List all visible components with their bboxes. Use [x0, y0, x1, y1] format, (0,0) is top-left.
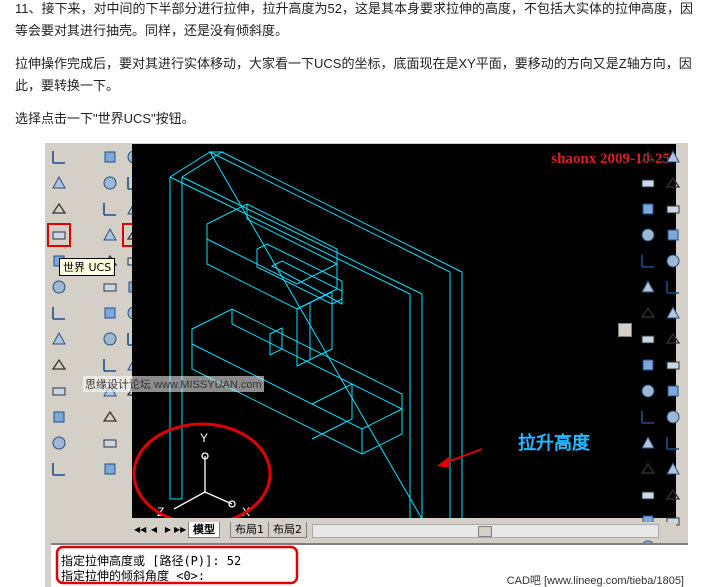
point-icon[interactable] [638, 485, 658, 505]
scale-icon[interactable] [663, 329, 683, 349]
paragraph-move-explanation: 拉伸操作完成后，要对其进行实体移动，大家看一下UCS的坐标，底面现在是XY平面，… [15, 56, 692, 93]
fillet-icon[interactable] [663, 485, 683, 505]
modify-toolbar [662, 147, 684, 537]
vertical-scroll-thumb[interactable] [618, 323, 632, 337]
next-tab-icon[interactable]: ▶ [162, 523, 174, 536]
extrude-height-annotation: 拉升高度 [518, 433, 590, 453]
mirror-icon[interactable] [663, 199, 683, 219]
spline-icon[interactable] [638, 355, 658, 375]
slice-icon[interactable] [100, 277, 120, 297]
move-icon[interactable] [663, 277, 683, 297]
layout-tab-bar: ◀◀ ◀ ▶ ▶▶ 模型 布局1 布局2 [132, 522, 676, 538]
command-line-2: 指定拉伸的倾斜角度 <0>: [61, 569, 206, 583]
insert-icon[interactable] [638, 433, 658, 453]
ucs-view-icon[interactable] [49, 173, 69, 193]
arc-icon[interactable] [638, 277, 658, 297]
polygon-icon[interactable] [638, 225, 658, 245]
circle-icon[interactable] [638, 303, 658, 323]
site-watermark: 思缘设计论坛 www.MISSYUAN.com [83, 376, 264, 392]
command-line-window[interactable]: 指定拉伸高度或 [路径(P)]: 52 指定拉伸的倾斜角度 <0>: CAD吧 … [51, 543, 688, 587]
cad-screenshot: Y X Z shaonx 2009-10-25 拉升高度 世界 UCS 思缘设计… [45, 143, 688, 587]
drawing-viewport[interactable]: Y X Z shaonx 2009-10-25 拉升高度 [132, 144, 676, 518]
line-icon[interactable] [638, 147, 658, 167]
extrude-icon[interactable] [100, 225, 120, 245]
footer-watermark: CAD吧 [www.lineeg.com/tieba/1805] [506, 575, 684, 587]
erase-icon[interactable] [663, 147, 683, 167]
ucs-apply-icon[interactable] [49, 459, 69, 479]
box-icon[interactable] [100, 173, 120, 193]
ucs-toolbar [47, 147, 71, 485]
setup-icon[interactable] [100, 355, 120, 375]
ucs-z-icon[interactable] [49, 433, 69, 453]
horizontal-scrollbar[interactable] [312, 524, 659, 538]
horizontal-scroll-thumb[interactable] [478, 526, 492, 537]
ucs-axes-icon [173, 452, 236, 510]
wedge-icon[interactable] [100, 199, 120, 219]
break-icon[interactable] [663, 433, 683, 453]
tab-layout2[interactable]: 布局2 [268, 522, 307, 538]
section-icon[interactable] [100, 303, 120, 323]
light-icon[interactable] [100, 433, 120, 453]
block-icon[interactable] [638, 459, 658, 479]
revcloud-icon[interactable] [638, 329, 658, 349]
axis-y-label: Y [200, 431, 208, 445]
polyline-icon[interactable] [638, 199, 658, 219]
xline-icon[interactable] [638, 173, 658, 193]
ellipse-arc-icon[interactable] [638, 407, 658, 427]
interfere-icon[interactable] [100, 329, 120, 349]
ucs-prev-icon[interactable] [49, 199, 69, 219]
tab-model[interactable]: 模型 [188, 522, 220, 538]
chamfer-icon[interactable] [663, 459, 683, 479]
first-tab-icon[interactable]: ◀◀ [134, 523, 146, 536]
vertical-scrollbar[interactable] [618, 293, 632, 337]
solids-toolbar [99, 147, 121, 485]
paragraph-step-11: 11、接下来，对中间的下半部分进行拉伸，拉升高度为52，这是其本身要求拉伸的高度… [15, 1, 693, 38]
ucs-3point-icon[interactable] [49, 303, 69, 323]
prev-tab-icon[interactable]: ◀ [148, 523, 160, 536]
ucs-x-icon[interactable] [49, 381, 69, 401]
ucs-face-icon[interactable] [49, 355, 69, 375]
ucs-object-icon[interactable] [49, 329, 69, 349]
last-tab-icon[interactable]: ▶▶ [174, 523, 186, 536]
material-icon[interactable] [100, 459, 120, 479]
paragraph-world-ucs-instruction: 选择点击一下"世界UCS"按钮。 [15, 111, 195, 126]
render-icon[interactable] [100, 407, 120, 427]
draw-toolbar [637, 147, 659, 587]
world-ucs-tooltip: 世界 UCS [59, 258, 116, 276]
copy-icon[interactable] [663, 173, 683, 193]
offset-icon[interactable] [663, 225, 683, 245]
ellipse-icon[interactable] [638, 381, 658, 401]
union-icon[interactable] [100, 147, 120, 167]
extend-icon[interactable] [663, 407, 683, 427]
ucs-zaxis-icon[interactable] [49, 277, 69, 297]
array-icon[interactable] [663, 251, 683, 271]
trim-icon[interactable] [663, 381, 683, 401]
tab-layout1[interactable]: 布局1 [230, 522, 269, 538]
rectangle-icon[interactable] [638, 251, 658, 271]
stretch-icon[interactable] [663, 355, 683, 375]
world-ucs-icon[interactable] [47, 223, 71, 247]
ucs-icon[interactable] [49, 147, 69, 167]
rotate-icon[interactable] [663, 303, 683, 323]
ucs-y-icon[interactable] [49, 407, 69, 427]
3d-model-wireframe: Y X Z [132, 150, 483, 518]
